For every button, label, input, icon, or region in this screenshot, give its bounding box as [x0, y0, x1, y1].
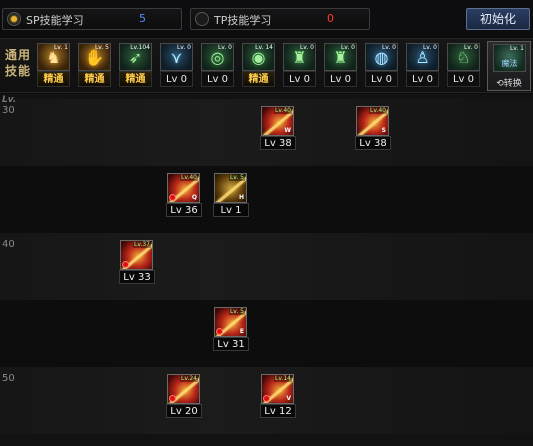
common-skill-slot[interactable]: ♘ Lv. 0 Lv 0 — [446, 43, 481, 88]
blue-eye-icon[interactable]: ◍ Lv. 0 — [365, 43, 398, 71]
skill-level-caption: Lv 33 — [119, 270, 155, 284]
tp-mark-icon — [169, 194, 176, 201]
skill-level-caption: Lv 31 — [213, 337, 249, 351]
tp-mark-icon — [216, 328, 223, 335]
skill-tree[interactable]: Lv. 30 40 50 Lv.40 W Lv 38 Lv.40 S Lv 38… — [0, 94, 533, 446]
common-skill-slot[interactable]: ⋎ Lv. 0 Lv 0 — [159, 43, 194, 88]
green-target-icon[interactable]: ◉ Lv. 14 — [242, 43, 275, 71]
crouch-pose-icon[interactable]: ♞ Lv. 1 — [37, 43, 70, 71]
sp-radio-icon[interactable] — [7, 12, 21, 26]
magic-swap-icon: Lv. 1 魔法 — [493, 44, 526, 72]
level-column-header: Lv. — [2, 95, 17, 105]
green-target-icon[interactable]: ◎ Lv. 0 — [201, 43, 234, 71]
skill-caption: Lv 0 — [201, 71, 234, 87]
skill-caption: 精通 — [78, 71, 111, 87]
skill-slot[interactable]: Lv. 5 H Lv 1 — [213, 173, 249, 217]
common-skill-slot[interactable]: ♞ Lv. 1 精通 — [36, 43, 71, 88]
skill-slot[interactable]: Lv.40 Q Lv 36 — [166, 173, 202, 217]
skill-caption: 精通 — [242, 71, 275, 87]
hotkey-label: Q — [191, 194, 197, 201]
tp-radio-icon[interactable] — [195, 12, 209, 26]
fire-cross-skill-icon[interactable]: Lv.14 V — [261, 374, 294, 404]
row-level-label: 40 — [2, 239, 15, 250]
tree-band — [0, 166, 533, 233]
common-skill-slot[interactable]: ♜ Lv. 0 Lv 0 — [282, 43, 317, 88]
golden-pillar-skill-icon[interactable]: Lv. 5 H — [214, 173, 247, 203]
fire-blade-skill-icon[interactable]: Lv.40 W — [261, 106, 294, 136]
tree-band — [0, 233, 533, 300]
skill-caption: Lv 0 — [160, 71, 193, 87]
skill-level-caption: Lv 38 — [260, 136, 296, 150]
hotkey-label: W — [284, 127, 291, 134]
skill-points-bar: SP技能学习 5 TP技能学习 0 初始化 — [0, 0, 533, 36]
common-skill-slot[interactable]: ◍ Lv. 0 Lv 0 — [364, 43, 399, 88]
common-skill-slot[interactable]: ♜ Lv. 0 Lv 0 — [323, 43, 358, 88]
common-skill-slot[interactable]: ➶ Lv.104 精通 — [118, 43, 153, 88]
tp-mark-icon — [122, 261, 129, 268]
tree-band — [0, 300, 533, 367]
skill-level-caption: Lv 38 — [355, 136, 391, 150]
sp-points-value: 5 — [139, 12, 146, 25]
skill-caption: Lv 0 — [283, 71, 316, 87]
skill-caption: 精通 — [119, 71, 152, 87]
common-skills-title: 通用技能 — [4, 48, 31, 78]
tp-mark-icon — [263, 395, 270, 402]
row-level-label: 30 — [2, 105, 15, 116]
skill-slot[interactable]: Lv. 5 E Lv 31 — [213, 307, 249, 351]
hotkey-label: V — [286, 395, 291, 402]
skill-caption: 精通 — [37, 71, 70, 87]
hotkey-label: S — [381, 127, 386, 134]
green-figure-icon[interactable]: ♜ Lv. 0 — [283, 43, 316, 71]
fire-strike-skill-icon[interactable]: Lv.37 — [120, 240, 153, 270]
tp-skill-tab[interactable]: TP技能学习 0 — [190, 8, 370, 30]
common-skill-slot[interactable]: ✋ Lv. 5 精通 — [77, 43, 112, 88]
skill-level-caption: Lv 12 — [260, 404, 296, 418]
blue-figure-icon[interactable]: ♙ Lv. 0 — [406, 43, 439, 71]
skill-slot[interactable]: Lv.37 Lv 33 — [119, 240, 155, 284]
skill-slot[interactable]: Lv.40 W Lv 38 — [260, 106, 296, 150]
flame-wave-skill-icon[interactable]: Lv. 5 E — [214, 307, 247, 337]
skill-level-caption: Lv 20 — [166, 404, 202, 418]
skill-caption: Lv 0 — [447, 71, 480, 87]
row-level-label: 50 — [2, 373, 15, 384]
swap-skill-button[interactable]: Lv. 1 魔法 ⟲转换 — [487, 41, 531, 91]
hotkey-label: H — [238, 194, 244, 201]
green-figure-icon[interactable]: ♜ Lv. 0 — [324, 43, 357, 71]
hotkey-label: E — [239, 328, 244, 335]
skill-caption: Lv 0 — [365, 71, 398, 87]
tp-label: TP技能学习 — [214, 14, 272, 27]
skill-slot[interactable]: Lv.24 Lv 20 — [166, 374, 202, 418]
swap-label: ⟲转换 — [496, 79, 522, 89]
skill-caption: Lv 0 — [406, 71, 439, 87]
blue-wings-icon[interactable]: ⋎ Lv. 0 — [160, 43, 193, 71]
common-skill-slot[interactable]: ♙ Lv. 0 Lv 0 — [405, 43, 440, 88]
skill-caption: Lv 0 — [324, 71, 357, 87]
tp-mark-icon — [169, 395, 176, 402]
green-creature-icon[interactable]: ♘ Lv. 0 — [447, 43, 480, 71]
fire-orb-skill-icon[interactable]: Lv.40 Q — [167, 173, 200, 203]
reset-skills-button[interactable]: 初始化 — [466, 8, 530, 30]
fire-slash-skill-icon[interactable]: Lv.40 S — [356, 106, 389, 136]
skill-level-caption: Lv 36 — [166, 203, 202, 217]
green-runner-icon[interactable]: ➶ Lv.104 — [119, 43, 152, 71]
skill-slot[interactable]: Lv.14 V Lv 12 — [260, 374, 296, 418]
common-skill-slot[interactable]: ◉ Lv. 14 精通 — [241, 43, 276, 88]
common-skill-slot[interactable]: ◎ Lv. 0 Lv 0 — [200, 43, 235, 88]
sp-label: SP技能学习 — [26, 14, 84, 27]
golden-hand-icon[interactable]: ✋ Lv. 5 — [78, 43, 111, 71]
sp-skill-tab[interactable]: SP技能学习 5 — [2, 8, 182, 30]
tp-points-value: 0 — [327, 12, 334, 25]
skill-slot[interactable]: Lv.40 S Lv 38 — [355, 106, 391, 150]
common-skills-row: 通用技能 ♞ Lv. 1 精通 ✋ Lv. 5 精通 ➶ Lv.104 精通 ⋎… — [0, 38, 533, 93]
skill-level-caption: Lv 1 — [213, 203, 249, 217]
fire-burst-skill-icon[interactable]: Lv.24 — [167, 374, 200, 404]
